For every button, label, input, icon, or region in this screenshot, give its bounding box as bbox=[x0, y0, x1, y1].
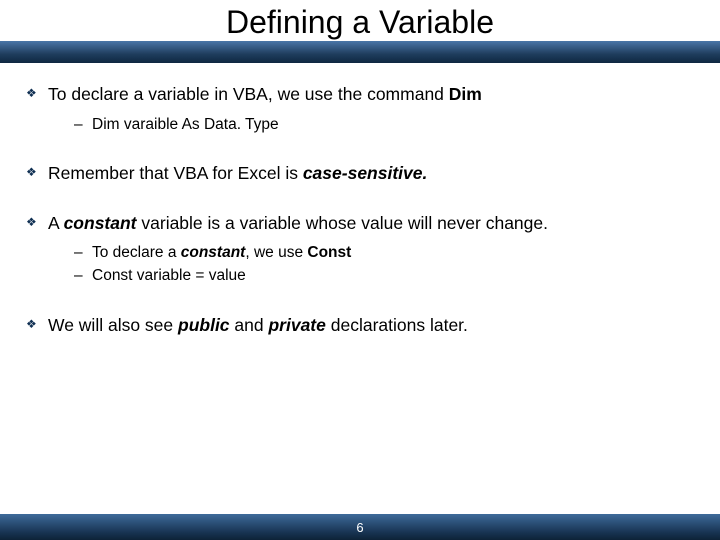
sub-bullet-item: Const variable = value bbox=[48, 264, 694, 287]
text-run: To declare a bbox=[92, 244, 181, 261]
text-run: private bbox=[268, 315, 325, 335]
bullet-item: Remember that VBA for Excel is case-sens… bbox=[26, 162, 694, 186]
text-run: case-sensitive. bbox=[303, 163, 428, 183]
title-wrap: Defining a Variable bbox=[0, 0, 720, 41]
bullet-item: To declare a variable in VBA, we use the… bbox=[26, 83, 694, 136]
title-separator-band bbox=[0, 41, 720, 63]
bullet-item: We will also see public and private decl… bbox=[26, 314, 694, 338]
text-run: Dim varaible As Data. Type bbox=[92, 116, 279, 133]
bullet-item: A constant variable is a variable whose … bbox=[26, 212, 694, 288]
footer-band: 6 bbox=[0, 514, 720, 540]
text-run: constant bbox=[64, 213, 137, 233]
text-run: constant bbox=[181, 244, 246, 261]
text-run: Const variable = value bbox=[92, 267, 246, 284]
sub-bullet-item: Dim varaible As Data. Type bbox=[48, 113, 694, 136]
sub-bullet-list: To declare a constant, we use ConstConst… bbox=[48, 241, 694, 288]
text-run: To declare a variable in VBA, we use the… bbox=[48, 84, 449, 104]
text-run: declarations later. bbox=[326, 315, 468, 335]
text-run: We will also see bbox=[48, 315, 178, 335]
slide-content: To declare a variable in VBA, we use the… bbox=[0, 63, 720, 514]
text-run: and bbox=[230, 315, 269, 335]
bullet-list: To declare a variable in VBA, we use the… bbox=[26, 83, 694, 337]
text-run: Remember that VBA for Excel is bbox=[48, 163, 303, 183]
text-run: public bbox=[178, 315, 230, 335]
slide: Defining a Variable To declare a variabl… bbox=[0, 0, 720, 540]
text-run: variable is a variable whose value will … bbox=[137, 213, 548, 233]
sub-bullet-list: Dim varaible As Data. Type bbox=[48, 113, 694, 136]
text-run: Const bbox=[307, 244, 351, 261]
text-run: , we use bbox=[245, 244, 307, 261]
text-run: Dim bbox=[449, 84, 482, 104]
page-number: 6 bbox=[356, 520, 363, 535]
text-run: A bbox=[48, 213, 64, 233]
slide-title: Defining a Variable bbox=[0, 4, 720, 41]
sub-bullet-item: To declare a constant, we use Const bbox=[48, 241, 694, 264]
